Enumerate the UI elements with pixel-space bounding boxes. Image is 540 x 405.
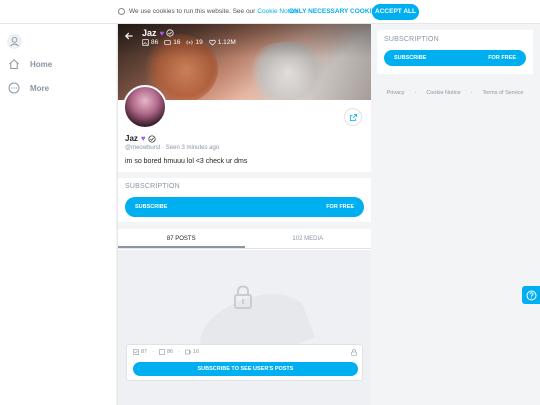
sidebar-subscribe-button[interactable]: SUBSCRIBE FOR FREE xyxy=(384,50,526,66)
streams-stat: 19 xyxy=(186,39,203,46)
info-icon xyxy=(118,8,125,15)
footer-links: Privacy · Cookie Notice · Terms of Servi… xyxy=(377,90,533,96)
locked-posts-area: 87 · 86 · 16 SUBSCRIBE TO SEE USER'S POS… xyxy=(118,250,371,405)
only-necessary-cookies-button[interactable]: ONLY NECESSARY COOKIES xyxy=(286,5,383,19)
nav-home[interactable]: Home xyxy=(8,58,52,70)
likes-stat: 1.12M xyxy=(208,39,236,46)
sidebar-subscription-title: SUBSCRIPTION xyxy=(384,36,439,43)
subscription-title: SUBSCRIPTION xyxy=(125,183,180,190)
cover-name: Jaz ♥ xyxy=(142,28,174,38)
photos-count: 86 xyxy=(151,39,159,46)
videos-count-item: 16 xyxy=(185,349,199,355)
cookie-text: We use cookies to run this website. See … xyxy=(129,8,256,15)
subscribe-price: FOR FREE xyxy=(326,204,354,210)
separator-dot: · xyxy=(470,90,473,96)
back-arrow-icon[interactable] xyxy=(124,31,134,41)
subscribe-label: SUBSCRIBE xyxy=(135,204,168,210)
video-icon xyxy=(185,349,191,355)
section-separator xyxy=(118,172,371,178)
subscribe-button[interactable]: SUBSCRIBE FOR FREE xyxy=(125,197,364,217)
dot-separator: · xyxy=(178,349,180,355)
more-icon xyxy=(8,82,20,94)
likes-count: 1.12M xyxy=(217,39,236,46)
section-separator xyxy=(118,222,371,229)
last-seen: Seen 3 minutes ago xyxy=(165,145,220,151)
photos-stat: 86 xyxy=(142,39,158,46)
share-button[interactable] xyxy=(344,108,362,126)
sidebar-subscribe-label: SUBSCRIBE xyxy=(394,55,427,61)
locked-videos-count: 16 xyxy=(192,349,200,355)
nav-more-label: More xyxy=(30,83,50,93)
lock-icon xyxy=(351,349,357,356)
separator-dot: · xyxy=(414,90,417,96)
profile-column: Jaz ♥ 86 16 19 1.12M Jaz ♥ @meowburst · … xyxy=(118,24,371,405)
subscribe-to-see-posts-button[interactable]: SUBSCRIBE TO SEE USER'S POSTS xyxy=(133,362,358,376)
left-sidebar: Home More xyxy=(0,24,116,405)
videos-count: 16 xyxy=(173,39,181,46)
locked-photos-count: 86 xyxy=(166,349,174,355)
locked-card: 87 · 86 · 16 SUBSCRIBE TO SEE USER'S POS… xyxy=(126,344,363,381)
posts-count-item: 87 xyxy=(133,349,147,355)
sidebar-subscribe-price: FOR FREE xyxy=(488,55,516,61)
user-avatar[interactable] xyxy=(7,34,22,49)
cookie-notice-footer-link[interactable]: Cookie Notice xyxy=(426,90,460,96)
cookie-banner: We use cookies to run this website. See … xyxy=(0,0,540,24)
nav-more[interactable]: More xyxy=(8,82,49,94)
dot-separator: · xyxy=(152,349,154,355)
video-icon xyxy=(164,39,171,46)
profile-handle-line: @meowburst · Seen 3 minutes ago xyxy=(125,145,219,151)
streams-count: 19 xyxy=(195,39,203,46)
help-icon xyxy=(526,290,536,300)
terms-link[interactable]: Terms of Service xyxy=(483,90,524,96)
purple-heart-icon: ♥ xyxy=(140,134,146,143)
locked-posts-count: 87 xyxy=(141,349,148,355)
help-button[interactable] xyxy=(522,286,540,304)
purple-heart-icon: ♥ xyxy=(159,28,165,38)
profile-avatar[interactable] xyxy=(123,85,167,129)
tab-media[interactable]: 102 MEDIA xyxy=(245,229,372,248)
videos-stat: 16 xyxy=(164,39,180,46)
heart-icon xyxy=(208,39,216,46)
cover-stats: 86 16 19 1.12M xyxy=(142,39,242,46)
image-icon xyxy=(142,39,149,46)
photos-count-item: 86 xyxy=(159,349,173,355)
nav-home-label: Home xyxy=(30,59,53,69)
profile-name: Jaz ♥ xyxy=(125,134,156,143)
right-subscription-card: SUBSCRIPTION SUBSCRIBE FOR FREE xyxy=(377,30,533,74)
stream-icon xyxy=(186,40,193,45)
verified-icon xyxy=(166,29,174,37)
user-icon xyxy=(10,36,19,47)
verified-icon xyxy=(148,134,156,143)
image-icon xyxy=(159,349,165,355)
accept-all-button[interactable]: ACCEPT ALL xyxy=(372,4,419,20)
profile-name-text: Jaz xyxy=(125,134,138,143)
privacy-link[interactable]: Privacy xyxy=(387,90,405,96)
locked-counts: 87 · 86 · 16 xyxy=(133,349,204,355)
lock-icon xyxy=(234,285,252,309)
share-icon xyxy=(349,113,357,121)
content-tabs: 87 POSTS 102 MEDIA xyxy=(118,229,371,249)
posts-icon xyxy=(133,349,139,355)
profile-handle: @meowburst xyxy=(125,145,161,151)
home-icon xyxy=(9,59,19,69)
tab-posts[interactable]: 87 POSTS xyxy=(118,229,245,248)
cover-name-text: Jaz xyxy=(142,28,157,38)
profile-bio: im so bored hmuuu lol <3 check ur dms xyxy=(125,158,248,165)
